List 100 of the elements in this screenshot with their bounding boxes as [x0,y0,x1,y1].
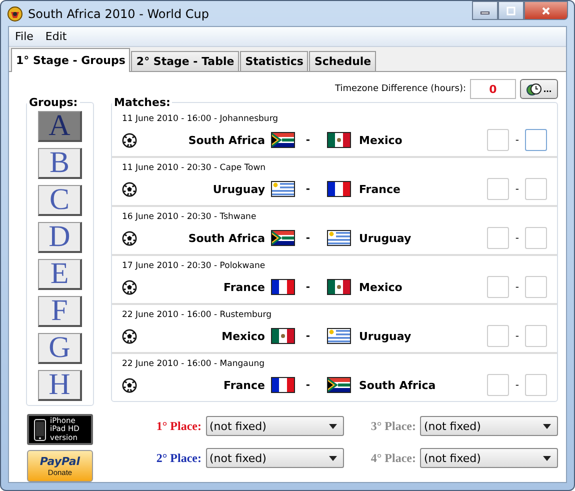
team-name: South Africa [187,232,265,244]
score-dash: - [515,282,519,292]
match-info: 11 June 2010 - 16:00 - Johannesburg [122,114,280,124]
team-name: South Africa [187,134,265,146]
score-field[interactable] [487,325,510,347]
timezone-button[interactable]: ... [520,79,558,99]
team-name: Uruguay [359,232,412,244]
team-name: South Africa [359,378,436,392]
group-button[interactable]: E [38,259,82,290]
score-field[interactable] [525,227,547,249]
flag-icon [327,181,351,197]
team-name: Mexico [220,330,265,342]
flag-icon [327,279,351,295]
place-label: 4° Place: [370,450,416,466]
score-dash: - [515,184,519,194]
team-name: France [359,182,400,196]
place-dropdown[interactable]: (not fixed) [420,416,558,436]
score-dash: - [515,380,519,390]
team-name: France [222,280,265,294]
soccer-ball-icon [122,230,137,246]
flag-icon [327,377,351,393]
window-title: South Africa 2010 - World Cup [28,6,210,20]
group-button[interactable]: D [38,222,82,253]
maximize-icon [506,6,516,16]
dropdown-caret-icon [328,456,336,460]
versus-dash: - [304,184,312,194]
soccer-ball-icon [122,378,137,392]
score-field[interactable] [487,227,510,249]
flag-icon [327,328,351,344]
group-button[interactable]: C [38,185,82,216]
score-field[interactable] [487,276,510,298]
timezone-field[interactable]: 0 [470,79,516,99]
versus-dash: - [304,232,312,244]
score-field[interactable] [525,325,547,347]
timezone-label: Timezone Difference (hours): [335,84,466,94]
versus-dash: - [304,330,312,342]
dropdown-caret-icon [543,424,551,428]
score-field[interactable] [525,374,547,396]
place-dropdown[interactable]: (not fixed) [206,416,344,436]
groups-title: Groups: [28,96,79,109]
score-field[interactable] [487,129,510,151]
match-info: 22 June 2010 - 16:00 - Mangaung [122,359,266,369]
versus-dash: - [304,282,312,292]
close-icon [541,6,551,16]
matches-title: Matches: [113,96,172,109]
match-info: 17 June 2010 - 20:30 - Polokwane [122,261,266,271]
tab[interactable]: 2° Stage - Table [131,51,240,71]
team-name: Uruguay [359,330,412,342]
flag-icon [271,132,295,148]
soccer-ball-icon [122,328,137,344]
globe-clock-icon [526,81,542,97]
paypal-logo-text: PayPal [40,455,80,468]
match-info: 22 June 2010 - 16:00 - Rustemburg [122,310,273,320]
team-name: France [222,378,265,392]
soccer-ball-icon [122,182,137,196]
flag-icon [271,230,295,246]
tab[interactable]: Statistics [240,51,308,71]
place-dropdown[interactable]: (not fixed) [206,448,344,468]
dropdown-caret-icon [543,456,551,460]
score-field[interactable] [487,374,510,396]
group-button[interactable]: H [38,370,82,401]
score-dash: - [515,330,519,342]
flag-icon [271,377,295,393]
score-field[interactable] [525,276,547,298]
team-name: Uruguay [212,182,265,196]
place-label: 3° Place: [370,418,416,434]
flag-icon [327,132,351,148]
flag-icon [271,279,295,295]
menu-item[interactable]: Edit [45,30,67,43]
score-dash: - [515,134,519,146]
versus-dash: - [304,134,312,146]
flag-icon [327,230,351,246]
score-field[interactable] [525,129,547,151]
team-name: Mexico [359,280,402,294]
tab[interactable]: 1° Stage - Groups [11,48,130,72]
flag-icon [271,181,295,197]
score-field[interactable] [525,178,547,200]
tab[interactable]: Schedule [309,51,376,71]
group-button[interactable]: F [38,296,82,327]
place-label: 1° Place: [156,418,202,434]
team-name: Mexico [359,134,402,146]
place-dropdown[interactable]: (not fixed) [420,448,558,468]
match-info: 11 June 2010 - 20:30 - Cape Town [122,163,267,173]
close-button[interactable] [524,1,568,20]
score-field[interactable] [487,178,510,200]
place-label: 2° Place: [156,450,202,466]
match-info: 16 June 2010 - 20:30 - Tshwane [122,212,258,222]
score-dash: - [515,232,519,244]
dropdown-caret-icon [328,424,336,428]
group-button[interactable]: G [38,333,82,364]
menu-item[interactable]: File [15,30,34,43]
phone-icon [34,418,46,440]
trophy-ball-icon [7,6,23,22]
flag-icon [271,328,295,344]
soccer-ball-icon [122,280,137,294]
group-button[interactable]: B [38,148,82,179]
minimize-button[interactable] [472,1,498,20]
versus-dash: - [304,380,312,390]
maximize-button[interactable] [498,1,524,20]
soccer-ball-icon [122,132,137,148]
